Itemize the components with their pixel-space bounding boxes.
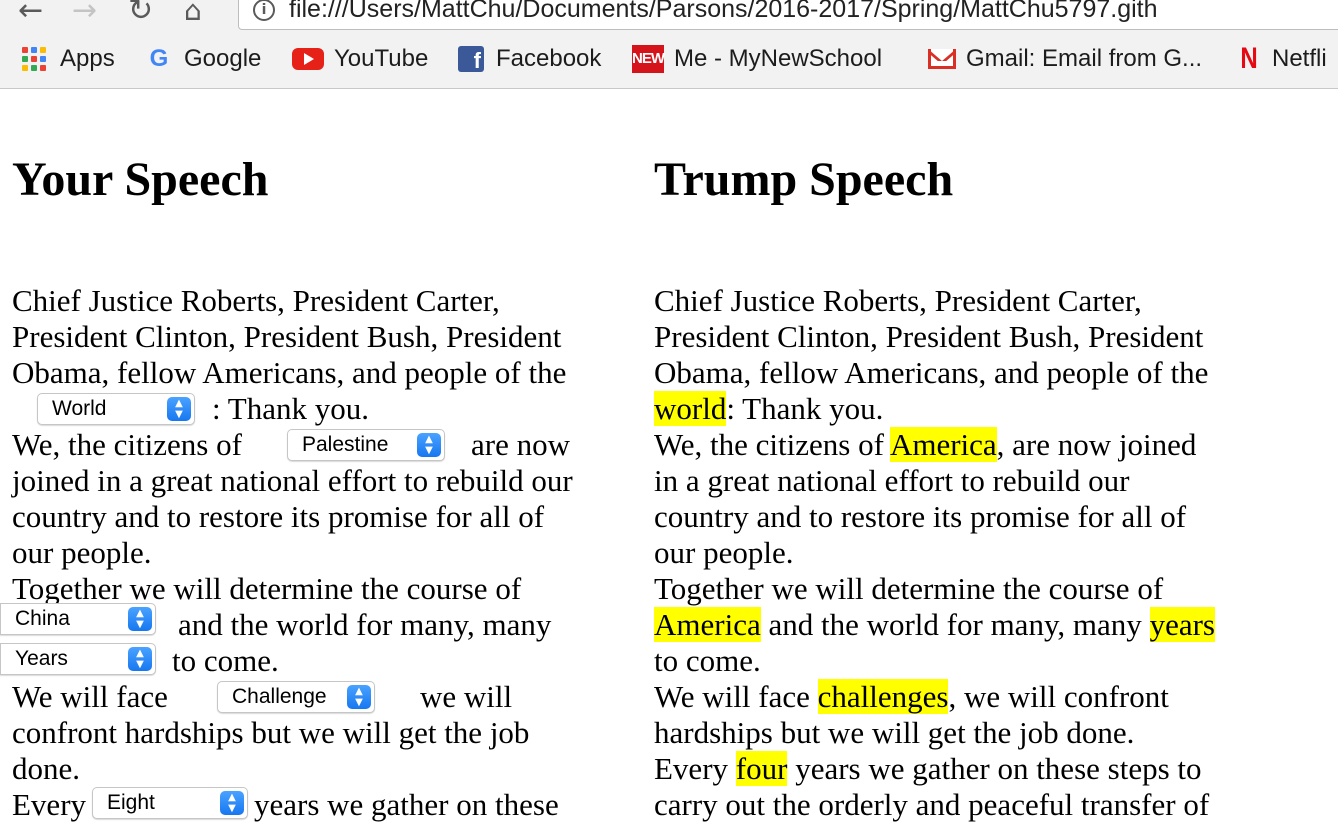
country-select-dropdown[interactable]: Palestine ▲ ▼ bbox=[287, 429, 445, 461]
reload-icon[interactable]: ↻ bbox=[128, 0, 153, 26]
word-select-dropdown[interactable]: World ▲ ▼ bbox=[37, 393, 195, 425]
speech-text: We will face bbox=[12, 679, 168, 714]
back-arrow-icon[interactable]: ← bbox=[18, 0, 43, 26]
speech-text: years we gather on these steps to bbox=[787, 751, 1202, 786]
select-value: Palestine bbox=[302, 433, 389, 456]
browser-toolbar: ← → ↻ ⌂ i file:///Users/MattChu/Document… bbox=[0, 0, 1338, 30]
url-text[interactable]: file:///Users/MattChu/Documents/Parsons/… bbox=[289, 0, 1158, 24]
youtube-icon bbox=[292, 48, 324, 70]
bookmark-mynewschool[interactable]: NEW Me - MyNewSchool bbox=[632, 44, 882, 74]
your-speech-heading: Your Speech bbox=[12, 153, 269, 206]
facebook-icon: f bbox=[458, 46, 484, 72]
chevron-updown-icon: ▲ ▼ bbox=[220, 791, 244, 815]
speech-text: : Thank you. bbox=[726, 391, 884, 426]
bookmark-label: Apps bbox=[60, 45, 115, 72]
select-value: Challenge bbox=[232, 685, 327, 708]
bookmark-label: Google bbox=[184, 45, 262, 72]
speech-text: in a great national effort to rebuild ou… bbox=[654, 463, 1130, 498]
bookmark-netflix[interactable]: N Netfli bbox=[1238, 42, 1327, 75]
chevron-updown-icon: ▲ ▼ bbox=[347, 685, 371, 709]
speech-text: We, the citizens of bbox=[12, 427, 242, 462]
speech-text: to come. bbox=[172, 643, 279, 678]
speech-text: : Thank you. bbox=[212, 391, 369, 426]
speech-text: country and to restore its promise for a… bbox=[654, 499, 1187, 534]
gmail-icon bbox=[928, 49, 956, 69]
trump-speech-body: Chief Justice Roberts, President Carter,… bbox=[654, 283, 1294, 823]
select-value: World bbox=[52, 397, 107, 420]
info-icon[interactable]: i bbox=[253, 0, 275, 21]
speech-text: country and to restore its promise for a… bbox=[12, 499, 545, 534]
select-value: China bbox=[15, 607, 70, 630]
highlighted-word: years bbox=[1149, 607, 1215, 642]
country-select-dropdown[interactable]: China ▲ ▼ bbox=[0, 603, 156, 635]
select-value: Eight bbox=[107, 791, 155, 814]
speech-text: done. bbox=[12, 751, 81, 786]
apps-icon bbox=[22, 47, 46, 71]
speech-text: Chief Justice Roberts, President Carter, bbox=[12, 283, 500, 318]
bookmark-label: Facebook bbox=[496, 45, 602, 72]
number-select-dropdown[interactable]: Eight ▲ ▼ bbox=[92, 787, 248, 819]
bookmark-label: Gmail: Email from G... bbox=[966, 45, 1203, 72]
bookmark-google[interactable]: G Google bbox=[146, 44, 262, 74]
speech-text: , are now joined bbox=[996, 427, 1197, 462]
chevron-updown-icon: ▲ ▼ bbox=[167, 397, 191, 421]
bookmark-label: YouTube bbox=[334, 45, 429, 72]
home-icon[interactable]: ⌂ bbox=[184, 0, 202, 26]
bookmark-facebook[interactable]: f Facebook bbox=[458, 44, 601, 74]
speech-text: We, the citizens of bbox=[654, 427, 890, 462]
highlighted-word: America bbox=[654, 607, 761, 642]
speech-text: Chief Justice Roberts, President Carter, bbox=[654, 283, 1142, 318]
speech-text: are now bbox=[471, 427, 570, 462]
chevron-updown-icon: ▲ ▼ bbox=[128, 647, 152, 671]
your-speech-body: Chief Justice Roberts, President Carter,… bbox=[0, 283, 612, 823]
speech-text: Obama, fellow Americans, and people of t… bbox=[12, 355, 567, 390]
highlighted-word: world bbox=[654, 391, 727, 426]
highlighted-word: challenges bbox=[817, 679, 949, 714]
speech-text: confront hardships but we will get the j… bbox=[12, 715, 530, 750]
newschool-icon: NEW bbox=[632, 45, 665, 73]
speech-text: to come. bbox=[654, 643, 761, 678]
highlighted-word: four bbox=[735, 751, 788, 786]
speech-text: President Clinton, President Bush, Presi… bbox=[12, 319, 562, 354]
speech-text: and the world for many, many bbox=[760, 607, 1150, 642]
speech-text: our people. bbox=[12, 535, 152, 570]
speech-text: and the world for many, many bbox=[178, 607, 552, 642]
chevron-updown-icon: ▲ ▼ bbox=[417, 433, 441, 457]
select-value: Years bbox=[15, 647, 68, 670]
google-icon: G bbox=[149, 45, 169, 72]
speech-text: , we will confront bbox=[948, 679, 1169, 714]
address-bar[interactable]: i file:///Users/MattChu/Documents/Parson… bbox=[238, 0, 1338, 30]
bookmark-gmail[interactable]: Gmail: Email from G... bbox=[928, 44, 1202, 74]
bookmark-label: Me - MyNewSchool bbox=[674, 45, 883, 72]
speech-text: our people. bbox=[654, 535, 794, 570]
speech-text: carry out the orderly and peaceful trans… bbox=[654, 787, 1210, 822]
speech-text: Every bbox=[654, 751, 736, 786]
speech-text: joined in a great national effort to reb… bbox=[12, 463, 573, 498]
netflix-icon: N bbox=[1240, 42, 1258, 75]
time-select-dropdown[interactable]: Years ▲ ▼ bbox=[0, 643, 156, 675]
speech-text: President Clinton, President Bush, Presi… bbox=[654, 319, 1204, 354]
speech-text: hardships but we will get the job done. bbox=[654, 715, 1135, 750]
bookmark-youtube[interactable]: YouTube bbox=[292, 44, 428, 74]
chevron-updown-icon: ▲ ▼ bbox=[128, 607, 152, 631]
forward-arrow-icon[interactable]: → bbox=[72, 0, 97, 26]
bookmark-apps[interactable]: Apps bbox=[22, 44, 115, 74]
speech-text: years we gather on these bbox=[254, 787, 559, 822]
speech-text: Every bbox=[12, 787, 87, 822]
speech-text: We will face bbox=[654, 679, 818, 714]
noun-select-dropdown[interactable]: Challenge ▲ ▼ bbox=[217, 681, 375, 713]
trump-speech-heading: Trump Speech bbox=[654, 153, 954, 206]
bookmarks-bar: Apps G Google YouTube f Facebook NEW Me … bbox=[0, 30, 1338, 89]
speech-text: we will bbox=[420, 679, 513, 714]
speech-text: Together we will determine the course of bbox=[654, 571, 1164, 606]
speech-text: Obama, fellow Americans, and people of t… bbox=[654, 355, 1209, 390]
bookmark-label: Netfli bbox=[1272, 45, 1327, 72]
highlighted-word: America bbox=[889, 427, 997, 462]
speech-text: Together we will determine the course of bbox=[12, 571, 522, 606]
